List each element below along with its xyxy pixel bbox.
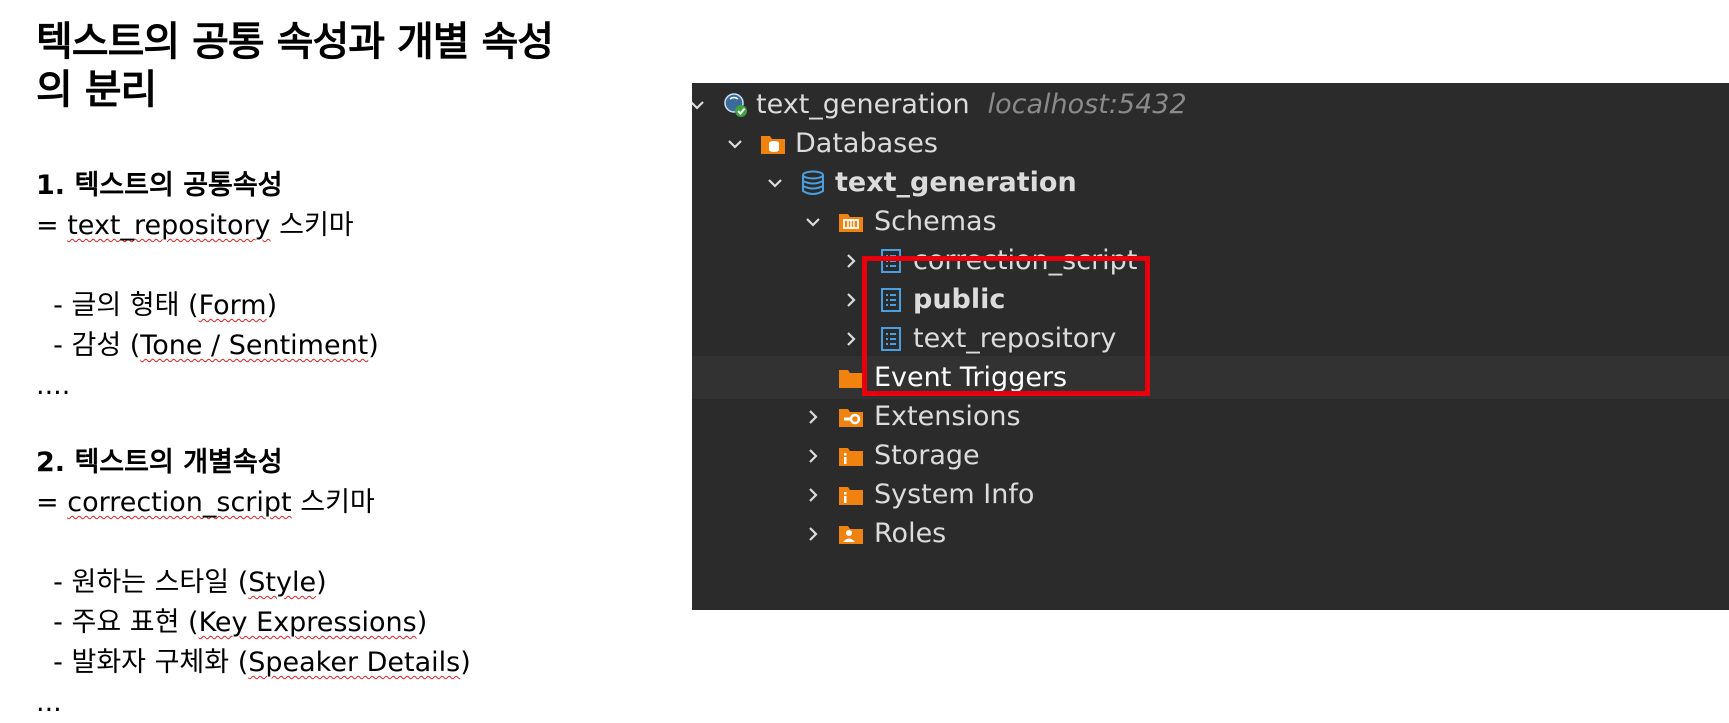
extensions-folder-icon bbox=[839, 408, 863, 427]
section2-schema-name: correction_script bbox=[67, 487, 292, 518]
database-navigator-tree[interactable]: text_generation localhost:5432 Databases … bbox=[692, 83, 1729, 610]
tree-node-schema-public[interactable]: public bbox=[692, 278, 1729, 321]
item-suffix: ) bbox=[416, 607, 428, 638]
tree-node-schemas[interactable]: Schemas bbox=[692, 200, 1729, 243]
folder-icon bbox=[839, 369, 863, 388]
item-suffix: ) bbox=[316, 567, 327, 598]
tree-node-database[interactable]: text_generation bbox=[692, 161, 1729, 204]
tree-label-storage[interactable]: Storage bbox=[874, 440, 980, 471]
chevron-down-icon[interactable] bbox=[764, 172, 786, 194]
tree-node-system-info[interactable]: System Info bbox=[692, 473, 1729, 516]
item-prefix: - 발화자 구체화 ( bbox=[36, 647, 249, 678]
database-icon bbox=[802, 170, 824, 195]
section2-schema-line: = correction_script 스키마 bbox=[36, 483, 471, 523]
slide-title-block: 텍스트의 공통 속성과 개별 속성 의 분리 bbox=[36, 18, 676, 114]
chevron-down-icon[interactable] bbox=[692, 94, 708, 116]
postgresql-elephant-icon bbox=[724, 92, 747, 117]
item-suffix: ) bbox=[266, 290, 278, 321]
tree-label-roles[interactable]: Roles bbox=[874, 518, 946, 549]
section1-ellipsis: .... bbox=[36, 370, 71, 401]
chevron-right-icon[interactable] bbox=[840, 289, 862, 311]
schema-suffix: 스키마 bbox=[291, 487, 375, 518]
chevron-right-icon[interactable] bbox=[802, 406, 824, 428]
section1-item: - 글의 형태 (Form) bbox=[36, 286, 379, 326]
slide-title-line1: 텍스트의 공통 속성과 개별 속성 bbox=[36, 19, 554, 65]
tree-node-schema-text-repository[interactable]: text_repository bbox=[692, 317, 1729, 360]
chevron-right-icon[interactable] bbox=[802, 484, 824, 506]
tree-label-schemas[interactable]: Schemas bbox=[874, 206, 997, 237]
chevron-right-icon[interactable] bbox=[802, 445, 824, 467]
connection-host: localhost:5432 bbox=[987, 89, 1187, 120]
section1-item: - 감성 (Tone / Sentiment) bbox=[36, 326, 379, 366]
slide-title-line2: 의 분리 bbox=[36, 67, 157, 113]
item-term: Key Expressions bbox=[198, 607, 417, 638]
item-term: Speaker Details bbox=[248, 647, 461, 678]
connection-name: text_generation bbox=[756, 89, 970, 120]
item-term: Form bbox=[198, 290, 267, 321]
section-individual-attributes: 2. 텍스트의 개별속성 = correction_script 스키마 - 원… bbox=[36, 443, 471, 723]
tree-label-database[interactable]: text_generation bbox=[835, 167, 1077, 198]
item-prefix: - 감성 ( bbox=[36, 330, 141, 361]
schema-prefix: = bbox=[36, 487, 68, 518]
item-prefix: - 주요 표현 ( bbox=[36, 607, 199, 638]
highlight-box bbox=[862, 256, 1150, 396]
item-suffix: ) bbox=[368, 330, 379, 361]
roles-folder-icon bbox=[839, 525, 863, 544]
tree-label-databases[interactable]: Databases bbox=[795, 128, 938, 159]
chevron-down-icon[interactable] bbox=[724, 133, 746, 155]
tree-node-connection[interactable]: text_generation localhost:5432 bbox=[692, 83, 1729, 126]
item-suffix: ) bbox=[460, 647, 471, 678]
section2-item: - 주요 표현 (Key Expressions) bbox=[36, 603, 471, 643]
schemas-folder-icon bbox=[839, 213, 863, 232]
item-term: Tone / Sentiment bbox=[140, 330, 369, 361]
section2-heading: 2. 텍스트의 개별속성 bbox=[36, 447, 283, 478]
chevron-right-icon[interactable] bbox=[840, 250, 862, 272]
item-term: Style bbox=[248, 567, 317, 598]
tree-node-event-triggers[interactable]: Event Triggers bbox=[692, 356, 1729, 399]
schema-prefix: = bbox=[36, 210, 68, 241]
databases-folder-icon bbox=[761, 135, 785, 154]
section2-item: - 원하는 스타일 (Style) bbox=[36, 563, 471, 603]
chevron-down-icon[interactable] bbox=[802, 211, 824, 233]
section1-heading: 1. 텍스트의 공통속성 bbox=[36, 170, 283, 201]
tree-label-system-info[interactable]: System Info bbox=[874, 479, 1034, 510]
section-common-attributes: 1. 텍스트의 공통속성 = text_repository 스키마 - 글의 … bbox=[36, 166, 379, 406]
schema-suffix: 스키마 bbox=[270, 210, 354, 241]
tree-node-databases[interactable]: Databases bbox=[692, 122, 1729, 165]
section1-schema-line: = text_repository 스키마 bbox=[36, 206, 379, 246]
tree-label-connection[interactable]: text_generation localhost:5432 bbox=[756, 89, 1187, 120]
section2-ellipsis: ... bbox=[36, 687, 62, 718]
info-folder-icon bbox=[839, 486, 863, 505]
info-folder-icon bbox=[839, 447, 863, 466]
tree-node-schema-correction-script[interactable]: correction_script bbox=[692, 239, 1729, 282]
section2-item: - 발화자 구체화 (Speaker Details) bbox=[36, 643, 471, 683]
chevron-right-icon[interactable] bbox=[802, 523, 824, 545]
section1-schema-name: text_repository bbox=[67, 210, 271, 241]
item-prefix: - 글의 형태 ( bbox=[36, 290, 199, 321]
tree-label-extensions[interactable]: Extensions bbox=[874, 401, 1021, 432]
tree-node-storage[interactable]: Storage bbox=[692, 434, 1729, 477]
item-prefix: - 원하는 스타일 ( bbox=[36, 567, 249, 598]
tree-node-roles[interactable]: Roles bbox=[692, 512, 1729, 555]
chevron-right-icon[interactable] bbox=[840, 328, 862, 350]
tree-node-extensions[interactable]: Extensions bbox=[692, 395, 1729, 438]
